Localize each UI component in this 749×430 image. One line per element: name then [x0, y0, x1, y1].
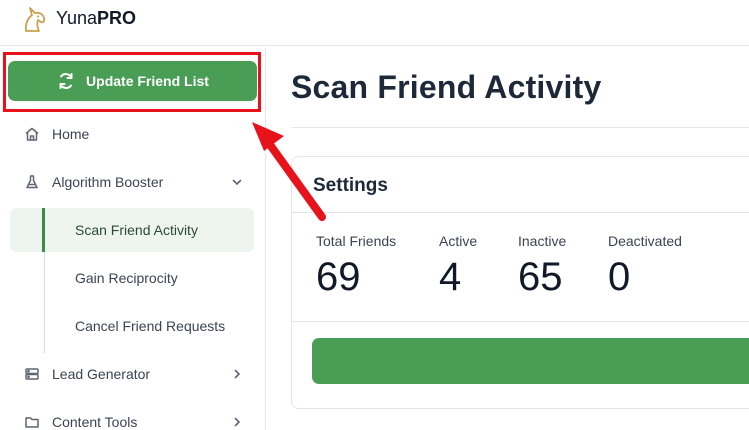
home-icon	[22, 124, 42, 144]
stat-label: Total Friends	[316, 233, 397, 249]
stat-deactivated: Deactivated 0	[608, 233, 682, 299]
update-friend-list-label: Update Friend List	[86, 73, 209, 89]
unicorn-logo-icon	[24, 7, 46, 32]
stat-value: 4	[439, 255, 462, 299]
sidebar-item-label: Home	[52, 126, 90, 142]
sidebar-item-lead-generator[interactable]: Lead Generator	[22, 359, 252, 389]
sidebar-item-algorithm-booster[interactable]: Algorithm Booster	[22, 167, 252, 197]
card-divider	[292, 321, 749, 322]
sidebar-item-content-tools[interactable]: Content Tools	[22, 407, 252, 430]
folder-icon	[22, 412, 42, 430]
sidebar-subitem-scan-friend-activity[interactable]: Scan Friend Activity	[10, 208, 254, 252]
sidebar-subitem-label: Cancel Friend Requests	[75, 318, 226, 334]
sidebar-subitem-label: Scan Friend Activity	[75, 222, 198, 238]
sidebar-item-home[interactable]: Home	[22, 119, 252, 149]
settings-card: Settings Total Friends 69 Active 4 Inact…	[291, 156, 749, 409]
sidebar-item-label: Lead Generator	[52, 366, 151, 382]
update-friend-list-button[interactable]: Update Friend List	[8, 61, 257, 101]
sidebar-subitem-gain-reciprocity[interactable]: Gain Reciprocity	[10, 256, 254, 300]
sidebar: Update Friend List Home Algorithm Booste…	[0, 47, 266, 430]
sidebar-item-label: Algorithm Booster	[52, 174, 164, 190]
refresh-icon	[59, 73, 73, 89]
card-divider	[292, 212, 749, 213]
stat-inactive: Inactive 65	[518, 233, 566, 299]
flask-icon	[22, 172, 42, 192]
stat-label: Inactive	[518, 233, 567, 249]
stat-active: Active 4	[439, 233, 477, 299]
chevron-down-icon	[232, 179, 242, 186]
sidebar-subitem-label: Gain Reciprocity	[75, 270, 178, 286]
top-bar: YunaPRO	[0, 0, 749, 46]
active-indicator	[42, 208, 45, 252]
title-divider	[291, 127, 749, 128]
stat-total-friends: Total Friends 69	[316, 233, 396, 299]
page-title: Scan Friend Activity	[291, 69, 602, 105]
stat-label: Active	[439, 233, 478, 249]
sidebar-subitem-cancel-friend-requests[interactable]: Cancel Friend Requests	[10, 304, 254, 348]
sidebar-item-label: Content Tools	[52, 414, 138, 430]
stat-value: 0	[608, 255, 631, 299]
chevron-right-icon	[234, 417, 241, 427]
stat-label: Deactivated	[608, 233, 682, 249]
server-icon	[22, 364, 42, 384]
scan-button[interactable]	[312, 338, 749, 384]
stat-value: 65	[518, 255, 563, 299]
settings-title: Settings	[313, 175, 388, 196]
stat-value: 69	[316, 255, 361, 299]
chevron-right-icon	[234, 369, 241, 379]
brand-name: YunaPRO	[56, 8, 137, 28]
